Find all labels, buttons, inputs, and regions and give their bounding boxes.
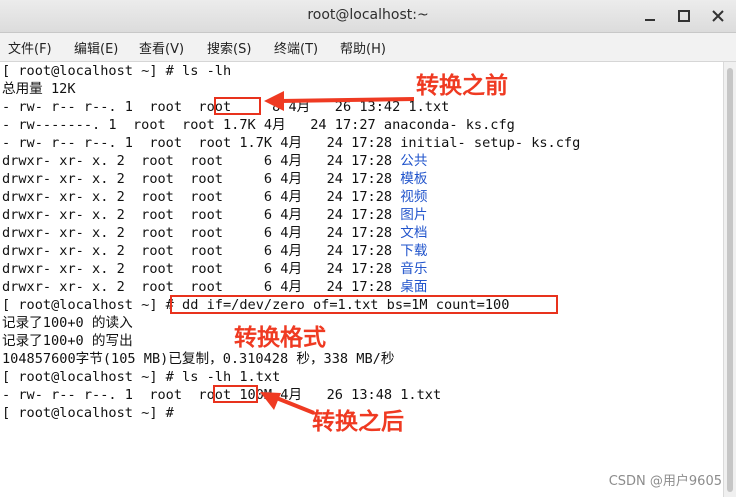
terminal-line: drwxr- xr- x. 2 root root 6 4月 24 17:28 … bbox=[2, 260, 427, 278]
highlight-box-before bbox=[214, 97, 261, 115]
terminal-line: drwxr- xr- x. 2 root root 6 4月 24 17:28 … bbox=[2, 152, 427, 170]
terminal-line: - rw-------. 1 root root 1.7K 4月 24 17:2… bbox=[2, 117, 515, 133]
terminal-line: drwxr- xr- x. 2 root root 6 4月 24 17:28 … bbox=[2, 206, 427, 224]
annotation-format: 转换格式 bbox=[234, 325, 326, 351]
terminal-line: drwxr- xr- x. 2 root root 6 4月 24 17:28 … bbox=[2, 224, 427, 242]
dir-name: 文档 bbox=[400, 225, 428, 241]
window-title: root@localhost:~ bbox=[307, 7, 429, 23]
terminal-line: 记录了100+0 的读入 bbox=[2, 315, 133, 331]
menu-help[interactable]: 帮助(H) bbox=[340, 38, 386, 57]
menu-file[interactable]: 文件(F) bbox=[8, 38, 52, 57]
terminal-line: [ root@localhost ~] # ls -lh bbox=[2, 63, 232, 79]
dir-name: 视频 bbox=[400, 189, 428, 205]
terminal-line: drwxr- xr- x. 2 root root 6 4月 24 17:28 … bbox=[2, 278, 427, 296]
dir-entry: drwxr- xr- x. 2 root root 6 4月 24 17:28 bbox=[2, 243, 401, 259]
scrollbar[interactable] bbox=[723, 62, 736, 497]
dir-name: 桌面 bbox=[400, 279, 428, 295]
terminal-window: root@localhost:~ 文件(F) 编辑(E) 查看(V) 搜索(S)… bbox=[0, 0, 736, 497]
terminal-line: 总用量 12K bbox=[2, 81, 76, 97]
terminal-line: drwxr- xr- x. 2 root root 6 4月 24 17:28 … bbox=[2, 242, 427, 260]
terminal-line: drwxr- xr- x. 2 root root 6 4月 24 17:28 … bbox=[2, 170, 427, 188]
highlight-box-command bbox=[170, 295, 558, 314]
dir-entry: drwxr- xr- x. 2 root root 6 4月 24 17:28 bbox=[2, 261, 401, 277]
menu-view[interactable]: 查看(V) bbox=[139, 38, 184, 57]
dir-name: 公共 bbox=[400, 153, 428, 169]
arrow-before-icon bbox=[264, 91, 415, 111]
terminal-line: 104857600字节(105 MB)已复制，0.310428 秒，338 MB… bbox=[2, 351, 395, 367]
highlight-box-after bbox=[213, 385, 258, 403]
annotation-after: 转换之后 bbox=[312, 409, 404, 435]
terminal-line: [ root@localhost ~] # bbox=[2, 405, 183, 421]
scroll-thumb[interactable] bbox=[727, 68, 733, 492]
dir-name: 图片 bbox=[400, 207, 428, 223]
menu-terminal[interactable]: 终端(T) bbox=[274, 38, 318, 57]
menu-edit[interactable]: 编辑(E) bbox=[74, 38, 118, 57]
title-bar[interactable]: root@localhost:~ bbox=[0, 0, 736, 33]
terminal-line: - rw- r-- r--. 1 root root 1.7K 4月 24 17… bbox=[2, 135, 581, 151]
dir-name: 音乐 bbox=[400, 261, 428, 277]
dir-name: 下载 bbox=[400, 243, 428, 259]
menu-bar: 文件(F) 编辑(E) 查看(V) 搜索(S) 终端(T) 帮助(H) bbox=[0, 33, 736, 62]
annotation-before: 转换之前 bbox=[416, 73, 508, 99]
terminal-line: [ root@localhost ~] # ls -lh 1.txt bbox=[2, 369, 281, 385]
dir-entry: drwxr- xr- x. 2 root root 6 4月 24 17:28 bbox=[2, 279, 401, 295]
dir-name: 模板 bbox=[400, 171, 428, 187]
close-icon[interactable] bbox=[708, 6, 728, 26]
dir-entry: drwxr- xr- x. 2 root root 6 4月 24 17:28 bbox=[2, 207, 401, 223]
terminal-line: drwxr- xr- x. 2 root root 6 4月 24 17:28 … bbox=[2, 188, 427, 206]
arrow-after-icon bbox=[260, 392, 315, 415]
dir-entry: drwxr- xr- x. 2 root root 6 4月 24 17:28 bbox=[2, 189, 401, 205]
menu-search[interactable]: 搜索(S) bbox=[207, 38, 251, 57]
maximize-icon[interactable] bbox=[674, 6, 694, 26]
dir-entry: drwxr- xr- x. 2 root root 6 4月 24 17:28 bbox=[2, 153, 401, 169]
watermark: CSDN @用户9605 bbox=[608, 474, 722, 489]
minimize-icon[interactable] bbox=[640, 6, 660, 26]
terminal-line: 记录了100+0 的写出 bbox=[2, 333, 133, 349]
dir-entry: drwxr- xr- x. 2 root root 6 4月 24 17:28 bbox=[2, 225, 401, 241]
dir-entry: drwxr- xr- x. 2 root root 6 4月 24 17:28 bbox=[2, 171, 401, 187]
